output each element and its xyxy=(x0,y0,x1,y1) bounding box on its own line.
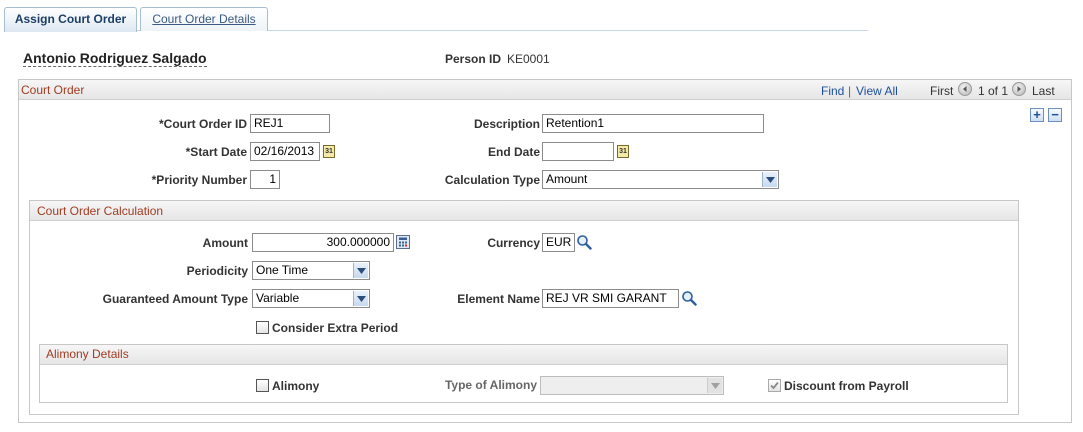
court-order-title: Court Order xyxy=(21,83,85,97)
plus-icon[interactable]: + xyxy=(1030,108,1044,122)
record-range: 1 of 1 xyxy=(978,84,1009,98)
amount-input[interactable]: 300.000000 xyxy=(252,233,394,252)
minus-icon[interactable]: − xyxy=(1048,108,1062,122)
description-input[interactable]: Retention1 xyxy=(542,114,764,133)
chevron-down-icon[interactable] xyxy=(353,291,368,306)
end-date-input[interactable] xyxy=(542,142,614,161)
court-order-id-label: *Court Order ID xyxy=(158,117,247,131)
first-arrow-icon[interactable] xyxy=(958,82,972,96)
currency-label: Currency xyxy=(487,236,540,250)
type-of-alimony-label: Type of Alimony xyxy=(444,378,537,392)
guaranteed-amount-type-select[interactable]: Variable xyxy=(252,289,370,308)
tab-assign-court-order[interactable]: Assign Court Order xyxy=(4,7,137,32)
calculation-type-select[interactable]: Amount xyxy=(542,170,779,189)
calendar-icon[interactable]: 31 xyxy=(323,145,335,158)
alimony-header xyxy=(40,345,1007,365)
magnifier-icon[interactable] xyxy=(681,290,697,306)
priority-number-label: *Priority Number xyxy=(151,173,247,187)
periodicity-label: Periodicity xyxy=(186,264,248,278)
calculation-title: Court Order Calculation xyxy=(37,204,164,218)
court-order-id-input[interactable]: REJ1 xyxy=(250,114,330,133)
alimony-checkbox[interactable] xyxy=(256,379,269,392)
chevron-down-icon xyxy=(707,378,722,393)
person-id-value: KE0001 xyxy=(507,52,550,66)
chevron-down-icon[interactable] xyxy=(353,263,368,278)
calculation-type-value: Amount xyxy=(546,172,588,186)
alimony-label: Alimony xyxy=(272,379,320,393)
first-label: First xyxy=(930,84,954,98)
priority-number-input[interactable]: 1 xyxy=(250,170,280,189)
guaranteed-amount-type-label: Guaranteed Amount Type xyxy=(102,292,248,306)
view-all-link[interactable]: View All xyxy=(856,84,898,98)
start-date-input[interactable]: 02/16/2013 xyxy=(250,142,320,161)
start-date-label: *Start Date xyxy=(185,145,247,159)
find-link[interactable]: Find xyxy=(821,84,844,98)
type-of-alimony-select[interactable] xyxy=(540,376,724,395)
last-arrow-icon[interactable] xyxy=(1012,82,1026,96)
magnifier-icon[interactable] xyxy=(576,234,592,250)
element-name-label: Element Name xyxy=(457,292,540,306)
calculator-icon[interactable] xyxy=(396,235,410,249)
amount-label: Amount xyxy=(202,236,248,250)
court-order-header xyxy=(19,80,1071,100)
consider-extra-period-checkbox[interactable] xyxy=(256,321,269,334)
calculation-type-label: Calculation Type xyxy=(444,173,540,187)
end-date-label: End Date xyxy=(487,145,540,159)
nav-separator: | xyxy=(848,84,852,98)
chevron-down-icon[interactable] xyxy=(762,172,777,187)
calculation-header xyxy=(30,201,1018,221)
consider-extra-period-label: Consider Extra Period xyxy=(272,321,399,335)
alimony-title: Alimony Details xyxy=(46,347,129,361)
currency-input[interactable]: EUR xyxy=(542,233,575,252)
element-name-input[interactable]: REJ VR SMI GARANT xyxy=(542,289,679,308)
periodicity-select[interactable]: One Time xyxy=(252,261,370,280)
periodicity-value: One Time xyxy=(256,263,309,277)
guaranteed-amount-type-value: Variable xyxy=(256,291,300,305)
calendar-icon[interactable]: 31 xyxy=(617,145,629,158)
description-label: Description xyxy=(473,117,540,131)
person-id-label: Person ID xyxy=(445,52,502,66)
tab-court-order-details[interactable]: Court Order Details xyxy=(140,7,268,31)
discount-from-payroll-label: Discount from Payroll xyxy=(784,379,909,393)
person-name: Antonio Rodriguez Salgado xyxy=(23,50,207,67)
discount-from-payroll-checkbox[interactable] xyxy=(768,379,781,392)
last-label: Last xyxy=(1032,84,1055,98)
